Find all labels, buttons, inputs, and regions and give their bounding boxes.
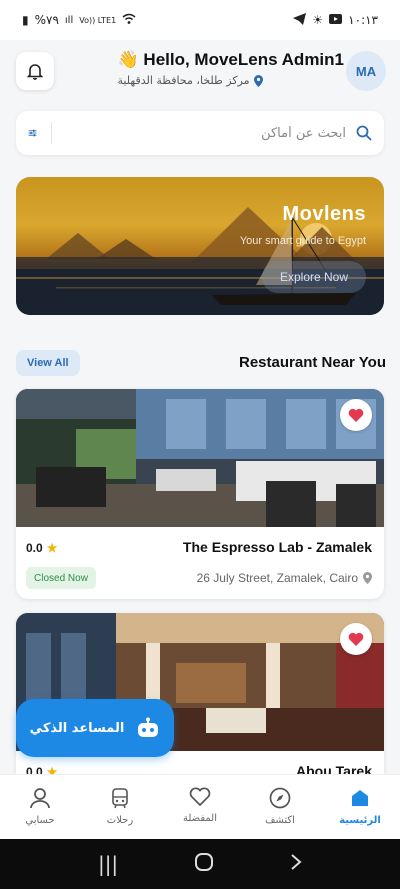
filter-sliders-icon — [28, 129, 37, 137]
location-pin-icon — [363, 572, 372, 584]
nav-label: حسابي — [25, 815, 55, 826]
heart-icon — [348, 632, 364, 646]
location-pin-icon — [253, 74, 263, 87]
bell-icon — [27, 64, 43, 80]
current-location[interactable]: مركز طلخا، محافظة الدقهلية — [118, 74, 344, 87]
location-text: مركز طلخا، محافظة الدقهلية — [117, 74, 250, 87]
app-header: 👋 Hello, MoveLens Admin1 مركز طلخا، محاف… — [0, 40, 400, 106]
telegram-icon — [293, 12, 307, 28]
banner-subtitle: Your smart guide to Egypt — [239, 235, 366, 247]
back-icon[interactable] — [290, 852, 302, 876]
greeting-block: 👋 Hello, MoveLens Admin1 مركز طلخا، محاف… — [118, 50, 344, 87]
compass-icon — [269, 787, 291, 809]
greeting-label: Hello, MoveLens Admin1 — [143, 50, 344, 69]
star-icon: ★ — [46, 541, 58, 555]
nav-item-home[interactable]: الرئيسية — [320, 775, 400, 839]
nav-item-explore[interactable]: اكتشف — [240, 775, 320, 839]
explore-now-button[interactable]: Explore Now — [262, 261, 366, 293]
status-bar-left: ▮ %٧٩ ıll Vo)) LTE1 — [22, 13, 136, 28]
restaurant-card[interactable]: 0.0 ★ The Espresso Lab - Zamalek Closed … — [16, 389, 384, 599]
restaurant-card[interactable]: 0.0 ★ Abou Tarek — [16, 613, 384, 783]
section-header: View All Restaurant Near You — [16, 349, 386, 377]
smart-assistant-button[interactable]: المساعد الذكي — [16, 699, 174, 757]
nav-label: المفضلة — [182, 813, 217, 824]
nav-label: رحلات — [106, 815, 134, 826]
recent-apps-icon[interactable]: ||| — [98, 852, 118, 876]
rating-value: 0.0 — [26, 541, 43, 555]
avatar[interactable]: MA — [346, 51, 386, 91]
robot-icon — [138, 717, 159, 737]
address-text: 26 July Street, Zamalek, Cairo — [196, 571, 358, 585]
restaurant-info: 0.0 ★ The Espresso Lab - Zamalek Closed … — [16, 527, 384, 599]
clock-time: ١٠:١٣ — [348, 13, 378, 27]
status-bar: ▮ %٧٩ ıll Vo)) LTE1 ☀ ١٠:١٣ — [0, 0, 400, 40]
notifications-button[interactable] — [16, 52, 54, 90]
heart-icon — [189, 787, 211, 807]
person-icon — [30, 788, 50, 809]
search-icon — [356, 125, 372, 141]
banner-title: Movlens — [282, 203, 366, 225]
signal-icon: ıll — [64, 14, 74, 26]
search-input[interactable] — [52, 125, 356, 141]
nav-label: الرئيسية — [339, 815, 381, 826]
status-bar-right: ☀ ١٠:١٣ — [293, 12, 378, 28]
home-icon — [352, 790, 368, 806]
favorite-button[interactable] — [340, 623, 372, 655]
brightness-icon: ☀ — [312, 13, 324, 27]
nav-item-favorites[interactable]: المفضلة — [160, 775, 240, 839]
filter-button[interactable] — [28, 122, 52, 144]
wave-emoji: 👋 — [117, 50, 139, 69]
nav-label: اكتشف — [265, 815, 295, 826]
assistant-label: المساعد الذكي — [29, 720, 125, 736]
battery-icon: ▮ — [22, 13, 29, 27]
heart-icon — [348, 408, 364, 422]
section-title: Restaurant Near You — [239, 354, 386, 371]
battery-level: %٧٩ — [34, 13, 59, 27]
search-bar — [16, 111, 384, 155]
greeting-text: 👋 Hello, MoveLens Admin1 — [118, 50, 344, 70]
network-label: Vo)) LTE1 — [79, 15, 117, 25]
restaurant-address: 26 July Street, Zamalek, Cairo — [197, 571, 372, 585]
home-circle-icon[interactable] — [194, 852, 214, 877]
favorite-button[interactable] — [340, 399, 372, 431]
status-badge: Closed Now — [26, 567, 96, 589]
bottom-navigation: حسابي رحلات المفضلة اكتشف الرئيسية — [0, 774, 400, 839]
system-navigation-bar: ||| — [0, 839, 400, 889]
restaurant-name: The Espresso Lab - Zamalek — [182, 539, 372, 555]
wifi-icon — [122, 13, 136, 28]
view-all-button[interactable]: View All — [16, 350, 80, 376]
youtube-icon — [329, 13, 343, 27]
nav-item-account[interactable]: حسابي — [0, 775, 80, 839]
promo-banner[interactable]: Movlens Your smart guide to Egypt Explor… — [16, 177, 384, 315]
rating: 0.0 ★ — [26, 541, 57, 555]
nav-item-trips[interactable]: رحلات — [80, 775, 160, 839]
restaurant-image — [16, 389, 384, 527]
bus-icon — [112, 788, 128, 809]
